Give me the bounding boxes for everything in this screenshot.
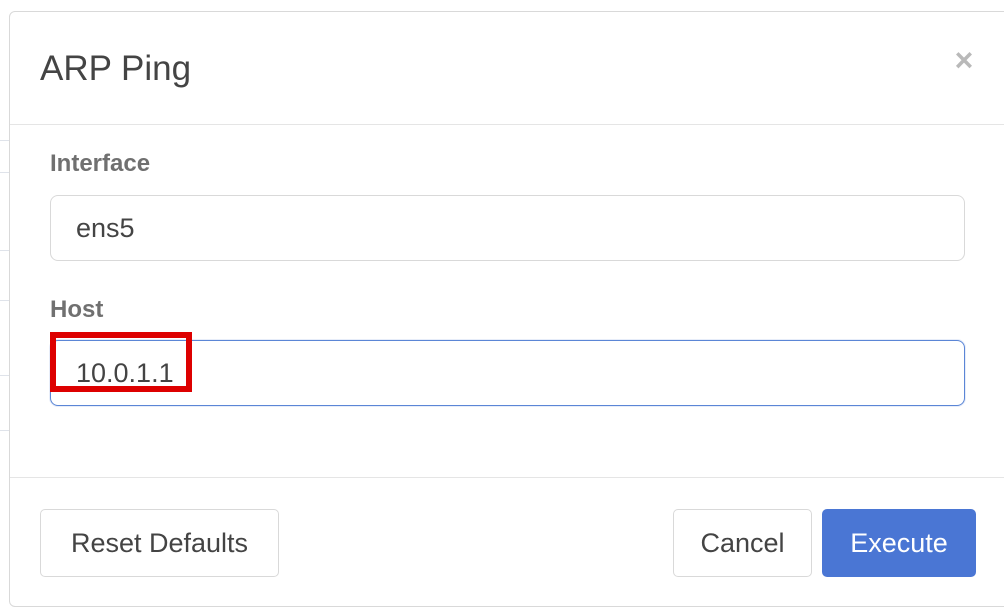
arp-ping-dialog: ARP Ping × Interface Host Reset Defaults… bbox=[9, 11, 1004, 607]
cancel-button[interactable]: Cancel bbox=[673, 509, 812, 577]
host-input[interactable] bbox=[50, 340, 965, 406]
dialog-header: ARP Ping × bbox=[10, 12, 1004, 125]
interface-input[interactable] bbox=[50, 195, 965, 261]
dialog-title: ARP Ping bbox=[40, 49, 192, 88]
interface-label: Interface bbox=[50, 150, 151, 177]
close-icon[interactable]: × bbox=[948, 44, 980, 76]
host-label: Host bbox=[50, 296, 104, 323]
reset-defaults-button[interactable]: Reset Defaults bbox=[40, 509, 279, 577]
dialog-footer: Reset Defaults Cancel Execute bbox=[10, 477, 1004, 607]
execute-button[interactable]: Execute bbox=[822, 509, 976, 577]
